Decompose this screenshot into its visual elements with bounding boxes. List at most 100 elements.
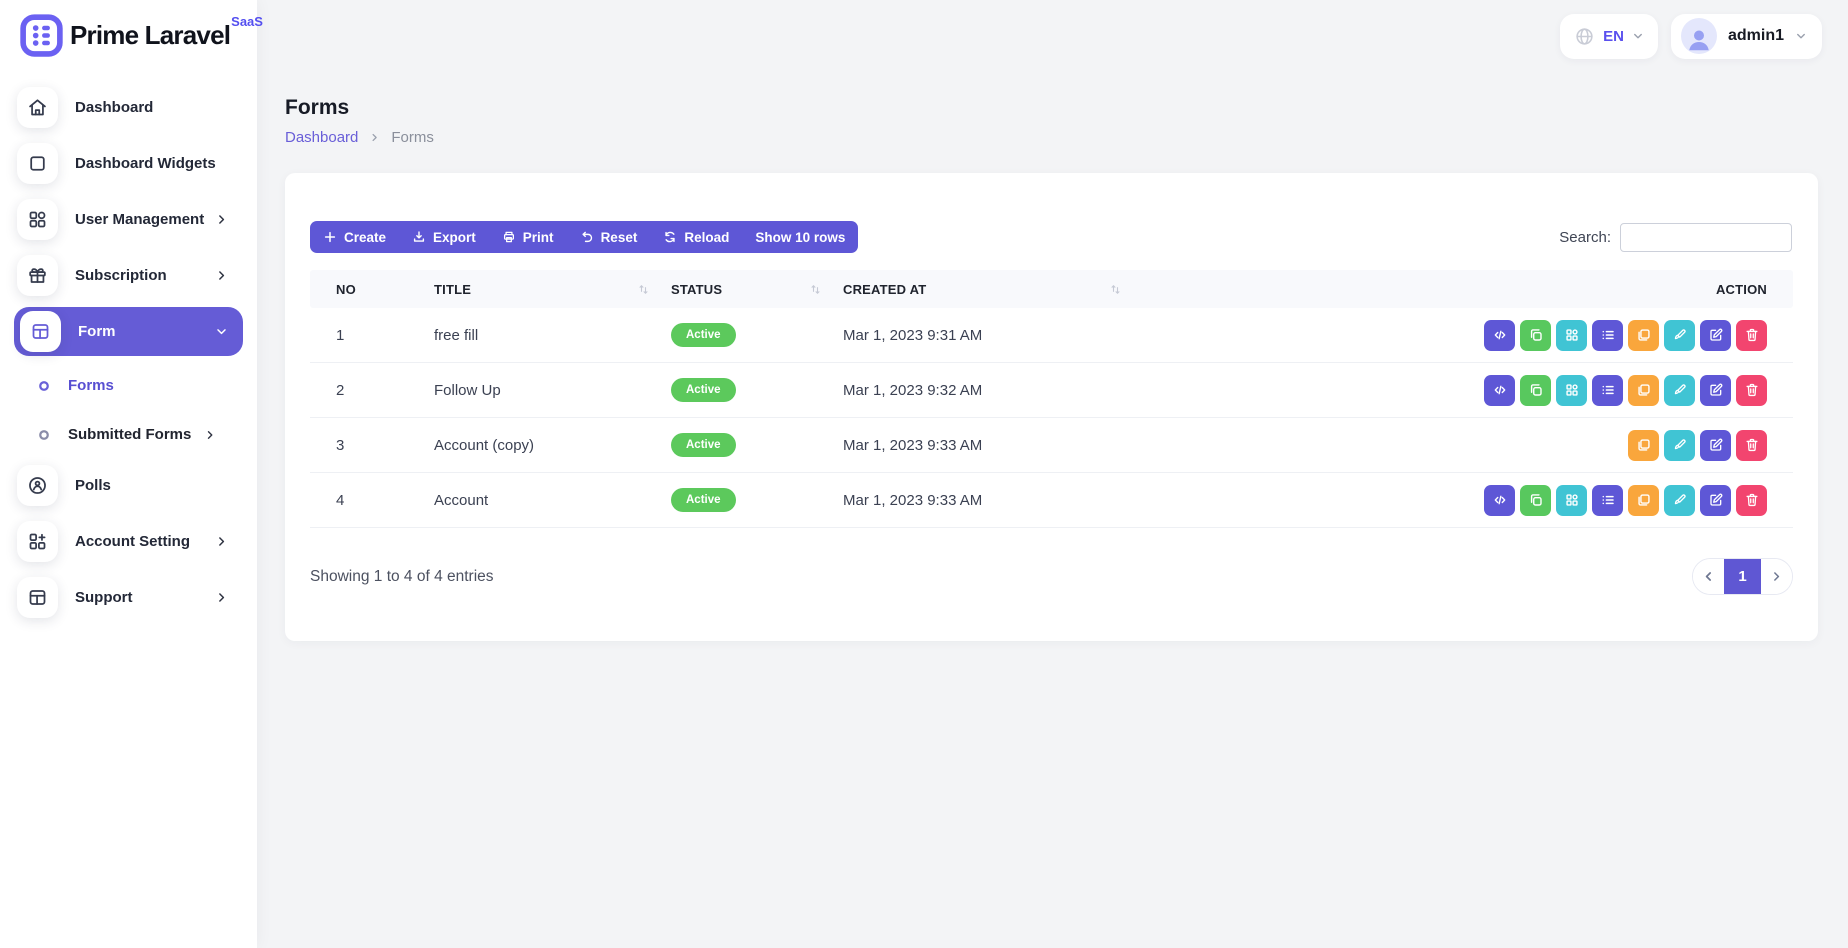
delete-action-button[interactable] xyxy=(1736,375,1767,406)
list-action-button[interactable] xyxy=(1592,485,1623,516)
brush-action-button[interactable] xyxy=(1664,375,1695,406)
copy-action-button[interactable] xyxy=(1520,485,1551,516)
brush-icon xyxy=(1672,382,1688,398)
sidebar-item-dashboard[interactable]: Dashboard xyxy=(14,83,243,132)
sort-icon[interactable] xyxy=(637,283,650,296)
column-header-created-at[interactable]: CREATED AT xyxy=(832,282,1132,297)
code-icon xyxy=(1492,327,1508,343)
sidebar-item-forms[interactable]: Forms xyxy=(14,363,243,408)
edit-action-button[interactable] xyxy=(1700,320,1731,351)
column-label: CREATED AT xyxy=(843,282,926,297)
search-label: Search: xyxy=(1559,229,1611,246)
home-icon xyxy=(17,87,58,128)
export-button[interactable]: Export xyxy=(399,221,489,253)
grid-action-button[interactable] xyxy=(1556,375,1587,406)
copy-icon xyxy=(1528,492,1544,508)
brush-action-button[interactable] xyxy=(1664,485,1695,516)
copy-icon xyxy=(1528,327,1544,343)
edit-action-button[interactable] xyxy=(1700,485,1731,516)
status-badge: Active xyxy=(671,323,736,347)
table-row: 3Account (copy)ActiveMar 1, 2023 9:33 AM xyxy=(310,418,1793,473)
chevron-right-icon xyxy=(369,132,380,143)
chevron-down-icon xyxy=(215,325,228,338)
pagination-page-1[interactable]: 1 xyxy=(1724,559,1761,594)
widget-icon xyxy=(17,143,58,184)
globe-icon xyxy=(1574,26,1595,47)
button-label: Export xyxy=(433,230,476,245)
search-input[interactable] xyxy=(1620,223,1792,252)
sidebar-item-polls[interactable]: Polls xyxy=(14,461,243,510)
chevron-right-icon xyxy=(1770,570,1783,583)
sidebar-item-label: Subscription xyxy=(75,267,167,284)
print-button[interactable]: Print xyxy=(489,221,567,253)
brush-action-button[interactable] xyxy=(1664,320,1695,351)
button-label: Reload xyxy=(684,230,729,245)
code-action-button[interactable] xyxy=(1484,485,1515,516)
reset-button[interactable]: Reset xyxy=(567,221,651,253)
code-action-button[interactable] xyxy=(1484,320,1515,351)
duplicate-action-button[interactable] xyxy=(1628,375,1659,406)
sidebar-nav: Dashboard Dashboard Widgets User Managemen… xyxy=(0,58,257,622)
brush-action-button[interactable] xyxy=(1664,430,1695,461)
duplicate-action-button[interactable] xyxy=(1628,430,1659,461)
sidebar-item-label: Submitted Forms xyxy=(68,426,191,443)
row-number: 1 xyxy=(310,327,422,344)
code-icon xyxy=(1492,382,1508,398)
column-label: ACTION xyxy=(1716,282,1767,297)
duplicate-icon xyxy=(1636,492,1652,508)
sort-icon[interactable] xyxy=(809,283,822,296)
column-header-title[interactable]: TITLE xyxy=(422,282,660,297)
reload-button[interactable]: Reload xyxy=(650,221,742,253)
duplicate-icon xyxy=(1636,327,1652,343)
grid-action-button[interactable] xyxy=(1556,320,1587,351)
toolbar-button-group: Create Export PrintReset Reload Show 10 rows xyxy=(310,221,858,253)
code-action-button[interactable] xyxy=(1484,375,1515,406)
column-header-status[interactable]: STATUS xyxy=(660,282,832,297)
duplicate-action-button[interactable] xyxy=(1628,320,1659,351)
pagination-prev-button[interactable] xyxy=(1693,559,1724,594)
breadcrumb-dashboard-link[interactable]: Dashboard xyxy=(285,129,358,146)
plus-icon xyxy=(323,230,337,244)
row-number: 4 xyxy=(310,492,422,509)
sidebar-item-dashboard-widgets[interactable]: Dashboard Widgets xyxy=(14,139,243,188)
edit-action-button[interactable] xyxy=(1700,430,1731,461)
polls-icon xyxy=(17,465,58,506)
delete-action-button[interactable] xyxy=(1736,320,1767,351)
column-header-action: ACTION xyxy=(1461,282,1793,297)
duplicate-action-button[interactable] xyxy=(1628,485,1659,516)
action-cell xyxy=(1461,485,1793,516)
action-cell xyxy=(1461,320,1793,351)
create-button[interactable]: Create xyxy=(310,221,399,253)
chevron-right-icon xyxy=(215,213,228,226)
action-cell xyxy=(1461,430,1793,461)
sidebar: Prime Laravel SaaS Dashboard Dashboard Wi… xyxy=(0,0,257,948)
sidebar-item-label: Account Setting xyxy=(75,533,190,550)
delete-action-button[interactable] xyxy=(1736,485,1767,516)
sidebar-item-user-management[interactable]: User Management xyxy=(14,195,243,244)
edit-action-button[interactable] xyxy=(1700,375,1731,406)
forms-table: NOTITLESTATUSCREATED ATACTION 1free fill… xyxy=(310,270,1793,528)
copy-action-button[interactable] xyxy=(1520,320,1551,351)
sidebar-item-subscription[interactable]: Subscription xyxy=(14,251,243,300)
entries-summary: Showing 1 to 4 of 4 entries xyxy=(310,568,494,586)
delete-action-button[interactable] xyxy=(1736,430,1767,461)
sidebar-item-submitted-forms[interactable]: Submitted Forms xyxy=(14,412,243,457)
user-menu[interactable]: admin1 xyxy=(1671,14,1822,59)
brand[interactable]: Prime Laravel SaaS xyxy=(0,0,257,58)
table-body: 1free fillActiveMar 1, 2023 9:31 AM2Foll… xyxy=(310,308,1793,528)
sort-icon[interactable] xyxy=(1109,283,1122,296)
sidebar-item-account-setting[interactable]: Account Setting xyxy=(14,517,243,566)
sidebar-item-support[interactable]: Support xyxy=(14,573,243,622)
breadcrumb: Dashboard Forms xyxy=(285,129,1818,146)
language-selector[interactable]: EN xyxy=(1560,14,1658,59)
show-10-rows-button[interactable]: Show 10 rows xyxy=(742,221,858,253)
list-action-button[interactable] xyxy=(1592,320,1623,351)
copy-action-button[interactable] xyxy=(1520,375,1551,406)
sidebar-item-form[interactable]: Form xyxy=(14,307,243,356)
grid-action-button[interactable] xyxy=(1556,485,1587,516)
download-icon xyxy=(412,230,426,244)
trash-icon xyxy=(1744,492,1760,508)
pagination-next-button[interactable] xyxy=(1761,559,1792,594)
grid-small-icon xyxy=(1564,327,1580,343)
list-action-button[interactable] xyxy=(1592,375,1623,406)
